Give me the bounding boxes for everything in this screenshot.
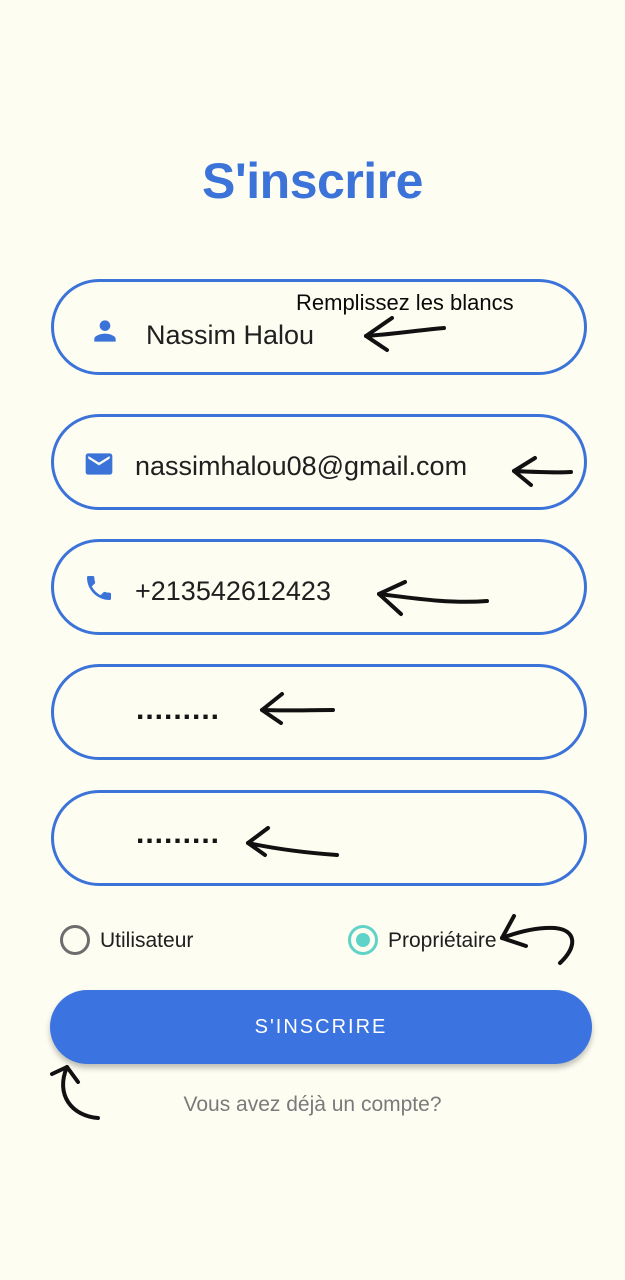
page-title: S'inscrire	[202, 153, 423, 209]
confirm-password-value: .........	[136, 817, 221, 850]
radio-label-utilisateur[interactable]: Utilisateur	[100, 929, 193, 953]
name-value: Nassim Halou	[146, 320, 315, 350]
radio-proprietaire[interactable]	[348, 925, 378, 955]
password-value: .........	[136, 693, 221, 726]
arrow-role-head	[500, 914, 528, 948]
email-value: nassimhalou08@gmail.com	[135, 451, 468, 481]
confirm-password-field[interactable]: .........	[51, 790, 587, 886]
phone-icon	[87, 576, 111, 600]
radio-utilisateur[interactable]	[60, 925, 90, 955]
email-field[interactable]: nassimhalou08@gmail.com	[51, 414, 587, 510]
annotation-text: Remplissez les blancs	[296, 290, 514, 315]
radio-label-proprietaire[interactable]: Propriétaire	[388, 929, 497, 953]
person-icon	[94, 320, 116, 342]
sinscrire-button[interactable]: S'INSCRIRE	[50, 990, 592, 1064]
arrow-button-head	[50, 1065, 80, 1084]
radio-selected-dot	[356, 933, 370, 947]
login-link[interactable]: Vous avez déjà un compte?	[0, 1093, 625, 1117]
phone-field[interactable]: +213542612423	[51, 539, 587, 635]
mail-icon	[85, 453, 113, 475]
password-field[interactable]: .........	[51, 664, 587, 760]
phone-value: +213542612423	[135, 576, 331, 606]
arrow-role	[500, 925, 575, 965]
